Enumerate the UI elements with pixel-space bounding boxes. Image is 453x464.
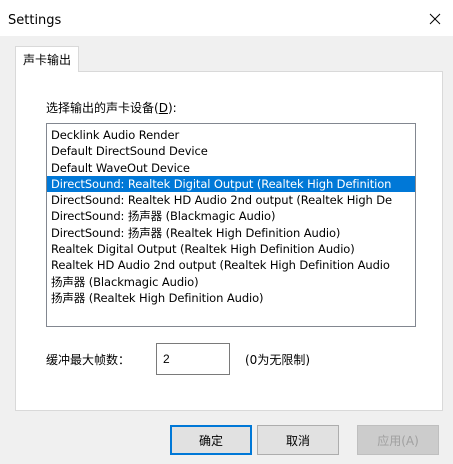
device-list-label: 选择输出的声卡设备(D): [46,101,177,115]
device-list-item[interactable]: Realtek HD Audio 2nd output (Realtek Hig… [47,257,415,273]
device-list-item[interactable]: 扬声器 (Blackmagic Audio) [47,274,415,290]
ok-button[interactable]: 确定 [170,425,252,455]
device-list-item[interactable]: DirectSound: Realtek Digital Output (Rea… [47,175,415,193]
settings-window: Settings 声卡输出 选择输出的声卡设备(D): Decklink Aud… [0,0,453,464]
device-list-item[interactable]: DirectSound: 扬声器 (Blackmagic Audio) [47,208,415,224]
device-listbox[interactable]: Decklink Audio Render Default DirectSound… [46,123,416,327]
close-button[interactable] [417,6,453,32]
device-list-item[interactable]: Default WaveOut Device [47,160,415,176]
max-frames-hint: (0为无限制) [245,353,310,367]
device-list-item[interactable]: 扬声器 (Realtek High Definition Audio) [47,290,415,306]
max-frames-label: 缓冲最大帧数： [46,353,131,367]
title-bar[interactable]: Settings [0,0,453,36]
device-list-item[interactable]: Realtek Digital Output (Realtek High Def… [47,241,415,257]
max-frames-input[interactable] [156,343,230,375]
close-icon [429,13,441,25]
device-list-item[interactable]: DirectSound: Realtek HD Audio 2nd output… [47,192,415,208]
apply-button[interactable]: 应用(A) [357,425,439,455]
device-list-item[interactable]: Default DirectSound Device [47,143,415,159]
device-list-item[interactable]: Decklink Audio Render [47,127,415,143]
device-list-item[interactable]: DirectSound: 扬声器 (Realtek High Definitio… [47,225,415,241]
cancel-button[interactable]: 取消 [257,425,339,455]
tab-sound-card-output[interactable]: 声卡输出 [15,46,79,72]
window-title: Settings [8,13,62,28]
